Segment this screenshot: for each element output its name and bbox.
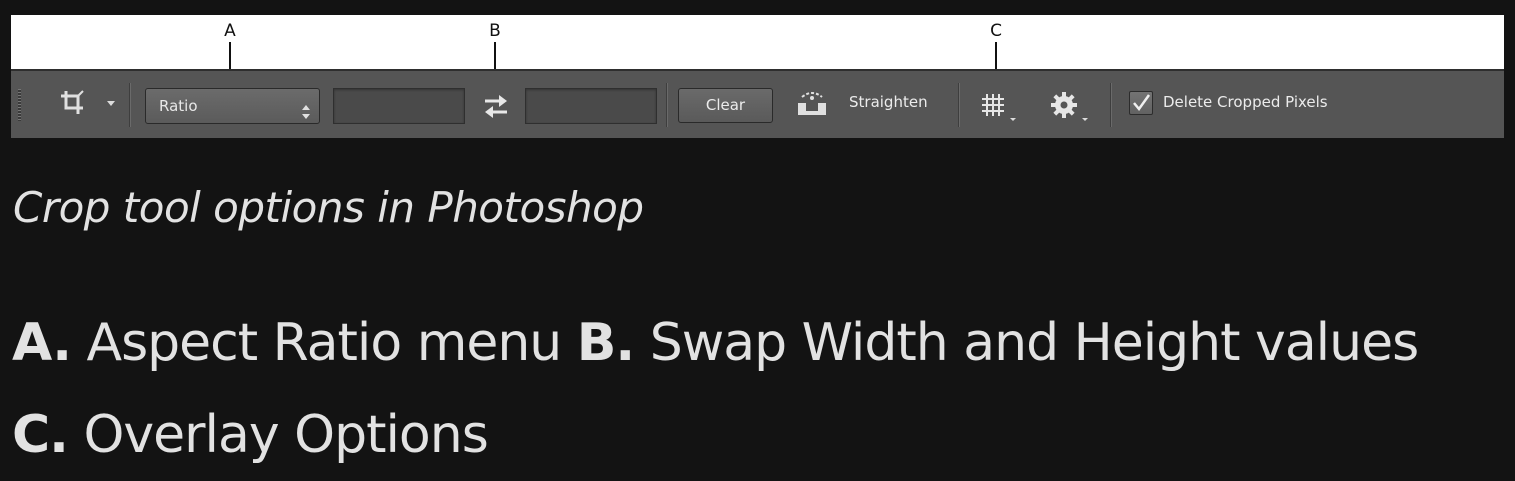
divider [958,83,959,127]
updown-arrows-icon [302,98,310,119]
crop-icon[interactable] [59,88,85,116]
aspect-ratio-select[interactable]: Ratio [145,88,320,124]
callout-b-label: B [489,21,501,41]
aspect-ratio-value: Ratio [159,97,198,115]
swap-arrows-icon[interactable] [482,91,510,121]
toolbar-grip[interactable] [18,89,21,121]
settings-chevron-down-icon[interactable] [1082,118,1088,121]
legend-key-a: A. [12,313,72,373]
divider [1110,83,1111,127]
legend-key-c: C. [12,405,69,465]
level-icon[interactable] [794,89,830,117]
checkmark-icon [1133,94,1151,112]
grid-icon[interactable] [981,93,1005,117]
callout-a-label: A [224,21,236,41]
crop-options-bar: Ratio Clear Straighten Delete Cropped Pi… [11,69,1504,138]
divider [666,83,667,127]
gear-icon[interactable] [1050,91,1078,119]
straighten-label[interactable]: Straighten [849,93,928,111]
clear-button[interactable]: Clear [678,88,773,123]
legend-text-b: Swap Width and Height values [649,313,1419,373]
overlay-chevron-down-icon[interactable] [1010,118,1016,121]
height-field[interactable] [525,88,657,124]
delete-cropped-pixels-label[interactable]: Delete Cropped Pixels [1163,93,1328,111]
width-field[interactable] [333,88,465,124]
legend-key-b: B. [576,313,635,373]
delete-cropped-pixels-checkbox[interactable] [1129,91,1153,115]
divider [129,83,130,127]
crop-options-figure: A B C Ratio Clear Straighten Delete Crop… [11,15,1504,138]
figure-caption: Crop tool options in Photoshop [13,183,644,232]
callout-c-label: C [990,21,1002,41]
legend-text-a: Aspect Ratio menu [86,313,563,373]
callout-legend: A. Aspect Ratio menu B. Swap Width and H… [12,297,1472,481]
legend-text-c: Overlay Options [83,405,488,465]
tool-preset-chevron-down-icon[interactable] [107,101,115,106]
